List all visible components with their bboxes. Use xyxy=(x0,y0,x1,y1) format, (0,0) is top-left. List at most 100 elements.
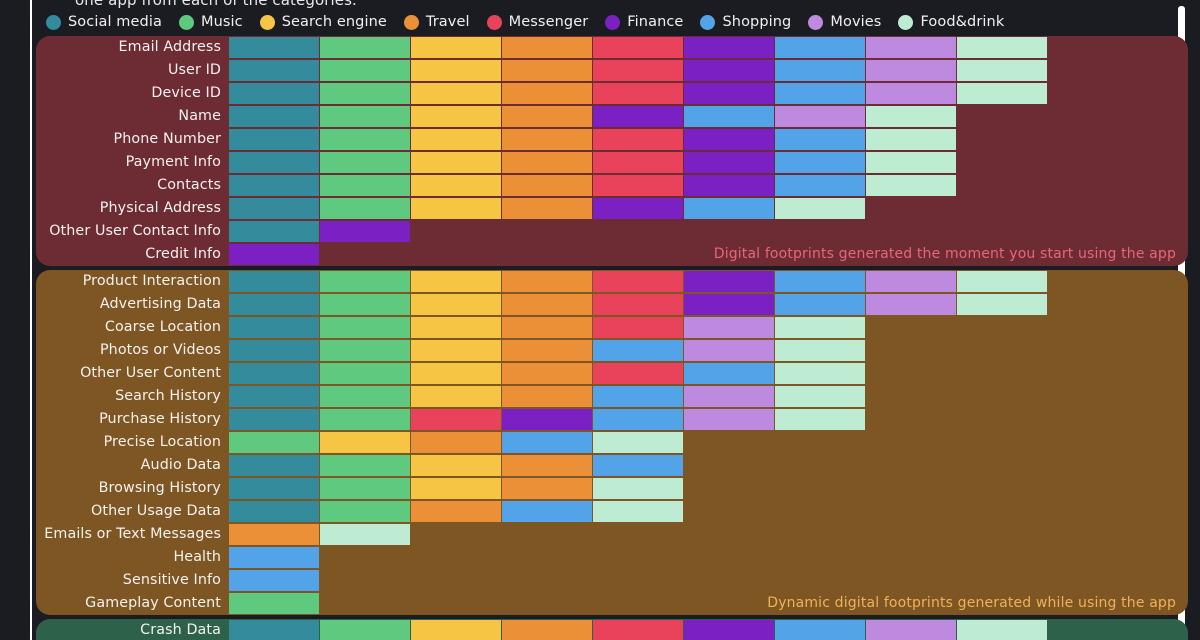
bar-segment-music[interactable] xyxy=(320,294,410,315)
bar-segment-finance[interactable] xyxy=(502,409,592,430)
bar-segment-search-engine[interactable] xyxy=(411,37,501,58)
bar-segment-search-engine[interactable] xyxy=(411,152,501,173)
bar-segment-search-engine[interactable] xyxy=(411,294,501,315)
bar-segment-food-drink[interactable] xyxy=(957,37,1047,58)
bar-segment-social-media[interactable] xyxy=(229,37,319,58)
bar-segment-shopping[interactable] xyxy=(502,501,592,522)
bar-segment-messenger[interactable] xyxy=(593,620,683,640)
bar-segment-shopping[interactable] xyxy=(684,198,774,219)
bar-segment-social-media[interactable] xyxy=(229,340,319,361)
bar-segment-shopping[interactable] xyxy=(229,570,319,591)
legend-item-finance[interactable]: Finance xyxy=(605,14,683,30)
bar-segment-shopping[interactable] xyxy=(775,175,865,196)
bar-segment-music[interactable] xyxy=(229,432,319,453)
legend-item-movies[interactable]: Movies xyxy=(808,14,881,30)
bar-segment-finance[interactable] xyxy=(684,60,774,81)
bar-segment-social-media[interactable] xyxy=(229,294,319,315)
bar-segment-finance[interactable] xyxy=(593,106,683,127)
bar-segment-social-media[interactable] xyxy=(229,409,319,430)
bar-segment-social-media[interactable] xyxy=(229,271,319,292)
bar-segment-music[interactable] xyxy=(320,363,410,384)
bar-segment-music[interactable] xyxy=(320,501,410,522)
bar-segment-travel[interactable] xyxy=(502,340,592,361)
bar-segment-shopping[interactable] xyxy=(684,363,774,384)
bar-segment-food-drink[interactable] xyxy=(775,340,865,361)
bar-segment-music[interactable] xyxy=(320,409,410,430)
bar-segment-food-drink[interactable] xyxy=(775,409,865,430)
bar-segment-music[interactable] xyxy=(320,175,410,196)
bar-segment-movies[interactable] xyxy=(684,317,774,338)
bar-segment-social-media[interactable] xyxy=(229,455,319,476)
bar-segment-movies[interactable] xyxy=(866,620,956,640)
bar-segment-travel[interactable] xyxy=(502,317,592,338)
bar-segment-messenger[interactable] xyxy=(593,175,683,196)
bar-segment-travel[interactable] xyxy=(502,152,592,173)
bar-segment-shopping[interactable] xyxy=(229,547,319,568)
bar-segment-finance[interactable] xyxy=(320,221,410,242)
bar-segment-travel[interactable] xyxy=(502,198,592,219)
bar-segment-food-drink[interactable] xyxy=(775,363,865,384)
bar-segment-finance[interactable] xyxy=(684,37,774,58)
bar-segment-search-engine[interactable] xyxy=(411,271,501,292)
bar-segment-food-drink[interactable] xyxy=(957,83,1047,104)
bar-segment-travel[interactable] xyxy=(502,455,592,476)
bar-segment-messenger[interactable] xyxy=(593,152,683,173)
bar-segment-shopping[interactable] xyxy=(775,620,865,640)
bar-segment-food-drink[interactable] xyxy=(866,175,956,196)
bar-segment-social-media[interactable] xyxy=(229,386,319,407)
bar-segment-movies[interactable] xyxy=(684,340,774,361)
bar-segment-search-engine[interactable] xyxy=(411,129,501,150)
bar-segment-finance[interactable] xyxy=(684,152,774,173)
bar-segment-search-engine[interactable] xyxy=(411,106,501,127)
bar-segment-movies[interactable] xyxy=(866,83,956,104)
bar-segment-social-media[interactable] xyxy=(229,363,319,384)
legend-item-search-engine[interactable]: Search engine xyxy=(259,14,387,30)
bar-segment-social-media[interactable] xyxy=(229,129,319,150)
bar-segment-food-drink[interactable] xyxy=(320,524,410,545)
bar-segment-movies[interactable] xyxy=(866,60,956,81)
bar-segment-social-media[interactable] xyxy=(229,317,319,338)
bar-segment-food-drink[interactable] xyxy=(593,501,683,522)
bar-segment-movies[interactable] xyxy=(684,409,774,430)
bar-segment-music[interactable] xyxy=(320,271,410,292)
bar-segment-travel[interactable] xyxy=(502,175,592,196)
bar-segment-travel[interactable] xyxy=(411,432,501,453)
bar-segment-search-engine[interactable] xyxy=(411,198,501,219)
bar-segment-search-engine[interactable] xyxy=(411,478,501,499)
bar-segment-finance[interactable] xyxy=(684,175,774,196)
bar-segment-finance[interactable] xyxy=(684,271,774,292)
bar-segment-food-drink[interactable] xyxy=(957,620,1047,640)
bar-segment-shopping[interactable] xyxy=(775,129,865,150)
bar-segment-food-drink[interactable] xyxy=(775,386,865,407)
bar-segment-shopping[interactable] xyxy=(775,83,865,104)
legend-item-social-media[interactable]: Social media xyxy=(46,14,162,30)
bar-segment-travel[interactable] xyxy=(502,620,592,640)
bar-segment-travel[interactable] xyxy=(502,294,592,315)
bar-segment-shopping[interactable] xyxy=(684,106,774,127)
bar-segment-movies[interactable] xyxy=(866,37,956,58)
bar-segment-music[interactable] xyxy=(320,478,410,499)
bar-segment-music[interactable] xyxy=(320,152,410,173)
bar-segment-movies[interactable] xyxy=(775,106,865,127)
bar-segment-shopping[interactable] xyxy=(593,340,683,361)
bar-segment-social-media[interactable] xyxy=(229,106,319,127)
bar-segment-messenger[interactable] xyxy=(411,409,501,430)
bar-segment-travel[interactable] xyxy=(502,37,592,58)
bar-segment-messenger[interactable] xyxy=(593,317,683,338)
legend-item-travel[interactable]: Travel xyxy=(403,14,470,30)
bar-segment-search-engine[interactable] xyxy=(411,83,501,104)
bar-segment-food-drink[interactable] xyxy=(593,478,683,499)
bar-segment-shopping[interactable] xyxy=(775,294,865,315)
bar-segment-music[interactable] xyxy=(320,455,410,476)
bar-segment-social-media[interactable] xyxy=(229,221,319,242)
bar-segment-movies[interactable] xyxy=(866,294,956,315)
bar-segment-music[interactable] xyxy=(320,60,410,81)
bar-segment-search-engine[interactable] xyxy=(411,386,501,407)
bar-segment-music[interactable] xyxy=(320,340,410,361)
bar-segment-shopping[interactable] xyxy=(593,455,683,476)
bar-segment-shopping[interactable] xyxy=(502,432,592,453)
bar-segment-social-media[interactable] xyxy=(229,83,319,104)
bar-segment-messenger[interactable] xyxy=(593,60,683,81)
bar-segment-travel[interactable] xyxy=(502,106,592,127)
bar-segment-music[interactable] xyxy=(320,37,410,58)
